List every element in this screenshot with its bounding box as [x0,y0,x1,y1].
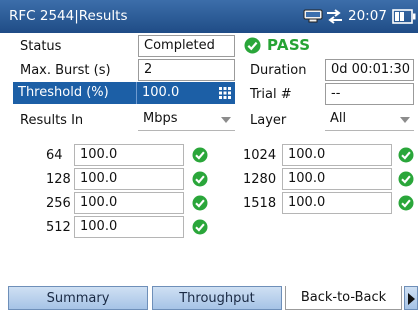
duration-label: Duration [250,63,307,78]
pass-verdict: PASS [244,36,310,54]
results-in-value: Mbps [143,111,178,126]
frame-size: 1518 [243,196,277,211]
duration-value: 0d 00:01:30 [325,59,414,81]
trial-label: Trial # [250,87,292,102]
result-value: 100.0 [74,144,184,166]
result-value: 100.0 [282,144,392,166]
results-in-select[interactable]: Mbps [138,109,235,131]
tab-throughput[interactable]: Throughput [152,286,282,310]
frame-size: 512 [46,220,71,235]
threshold-row[interactable]: Threshold (%) 100.0 [13,82,235,104]
check-circle-icon [192,219,208,235]
result-value: 100.0 [74,192,184,214]
status-value: Completed [138,35,235,57]
check-circle-icon [192,195,208,211]
tab-scroll-right-button[interactable] [404,286,418,310]
layer-select[interactable]: All [325,109,414,131]
frame-size: 64 [46,148,63,163]
title-bar: RFC 2544|Results 20:07 [0,0,418,33]
result-value: 100.0 [74,216,184,238]
window-title: RFC 2544|Results [9,8,128,24]
chevron-down-icon [221,117,231,123]
frame-size: 1024 [243,148,277,163]
keypad-icon[interactable] [219,87,231,99]
tab-bar: Summary Throughput Back-to-Back [0,286,418,310]
result-value: 100.0 [74,168,184,190]
check-circle-icon [192,171,208,187]
divider [136,82,137,104]
trial-value: -- [325,83,414,105]
check-circle-icon [398,195,414,211]
check-circle-icon [244,37,261,53]
results-in-label: Results In [20,113,84,128]
threshold-value: 100.0 [142,85,180,100]
battery-icon [392,9,416,24]
status-label: Status [20,39,62,54]
frame-size: 128 [46,172,71,187]
threshold-label: Threshold (%) [18,85,109,100]
check-circle-icon [398,171,414,187]
network-icon [303,9,323,23]
check-circle-icon [398,147,414,163]
frame-size: 256 [46,196,71,211]
layer-label: Layer [250,113,287,128]
tab-back-to-back[interactable]: Back-to-Back [285,286,402,310]
max-burst-value: 2 [138,59,235,81]
chevron-down-icon [400,117,410,123]
tab-summary[interactable]: Summary [8,286,148,310]
pass-text: PASS [267,36,311,54]
swap-arrows-icon [327,9,342,24]
frame-size: 1280 [243,172,277,187]
max-burst-label: Max. Burst (s) [20,63,111,78]
clock: 20:07 [348,8,387,24]
check-circle-icon [192,147,208,163]
layer-value: All [330,111,347,126]
result-value: 100.0 [282,168,392,190]
result-value: 100.0 [282,192,392,214]
